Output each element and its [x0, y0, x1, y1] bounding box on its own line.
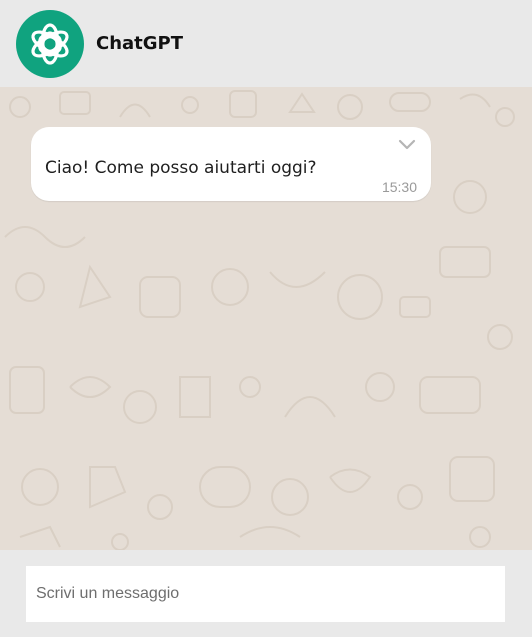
message-timestamp: 15:30	[381, 179, 417, 195]
avatar[interactable]	[16, 9, 84, 78]
composer-bar	[0, 550, 532, 637]
message-input[interactable]	[26, 566, 505, 622]
message-text: Ciao! Come posso aiutarti oggi?	[45, 158, 317, 178]
openai-logo-icon	[31, 22, 69, 65]
chat-title: ChatGPT	[96, 33, 184, 54]
message-bubble[interactable]: Ciao! Come posso aiutarti oggi? 15:30	[31, 127, 431, 201]
chat-header: ChatGPT	[0, 0, 532, 87]
chevron-down-icon[interactable]	[397, 137, 417, 151]
chat-messages-area: Ciao! Come posso aiutarti oggi? 15:30	[0, 87, 532, 550]
